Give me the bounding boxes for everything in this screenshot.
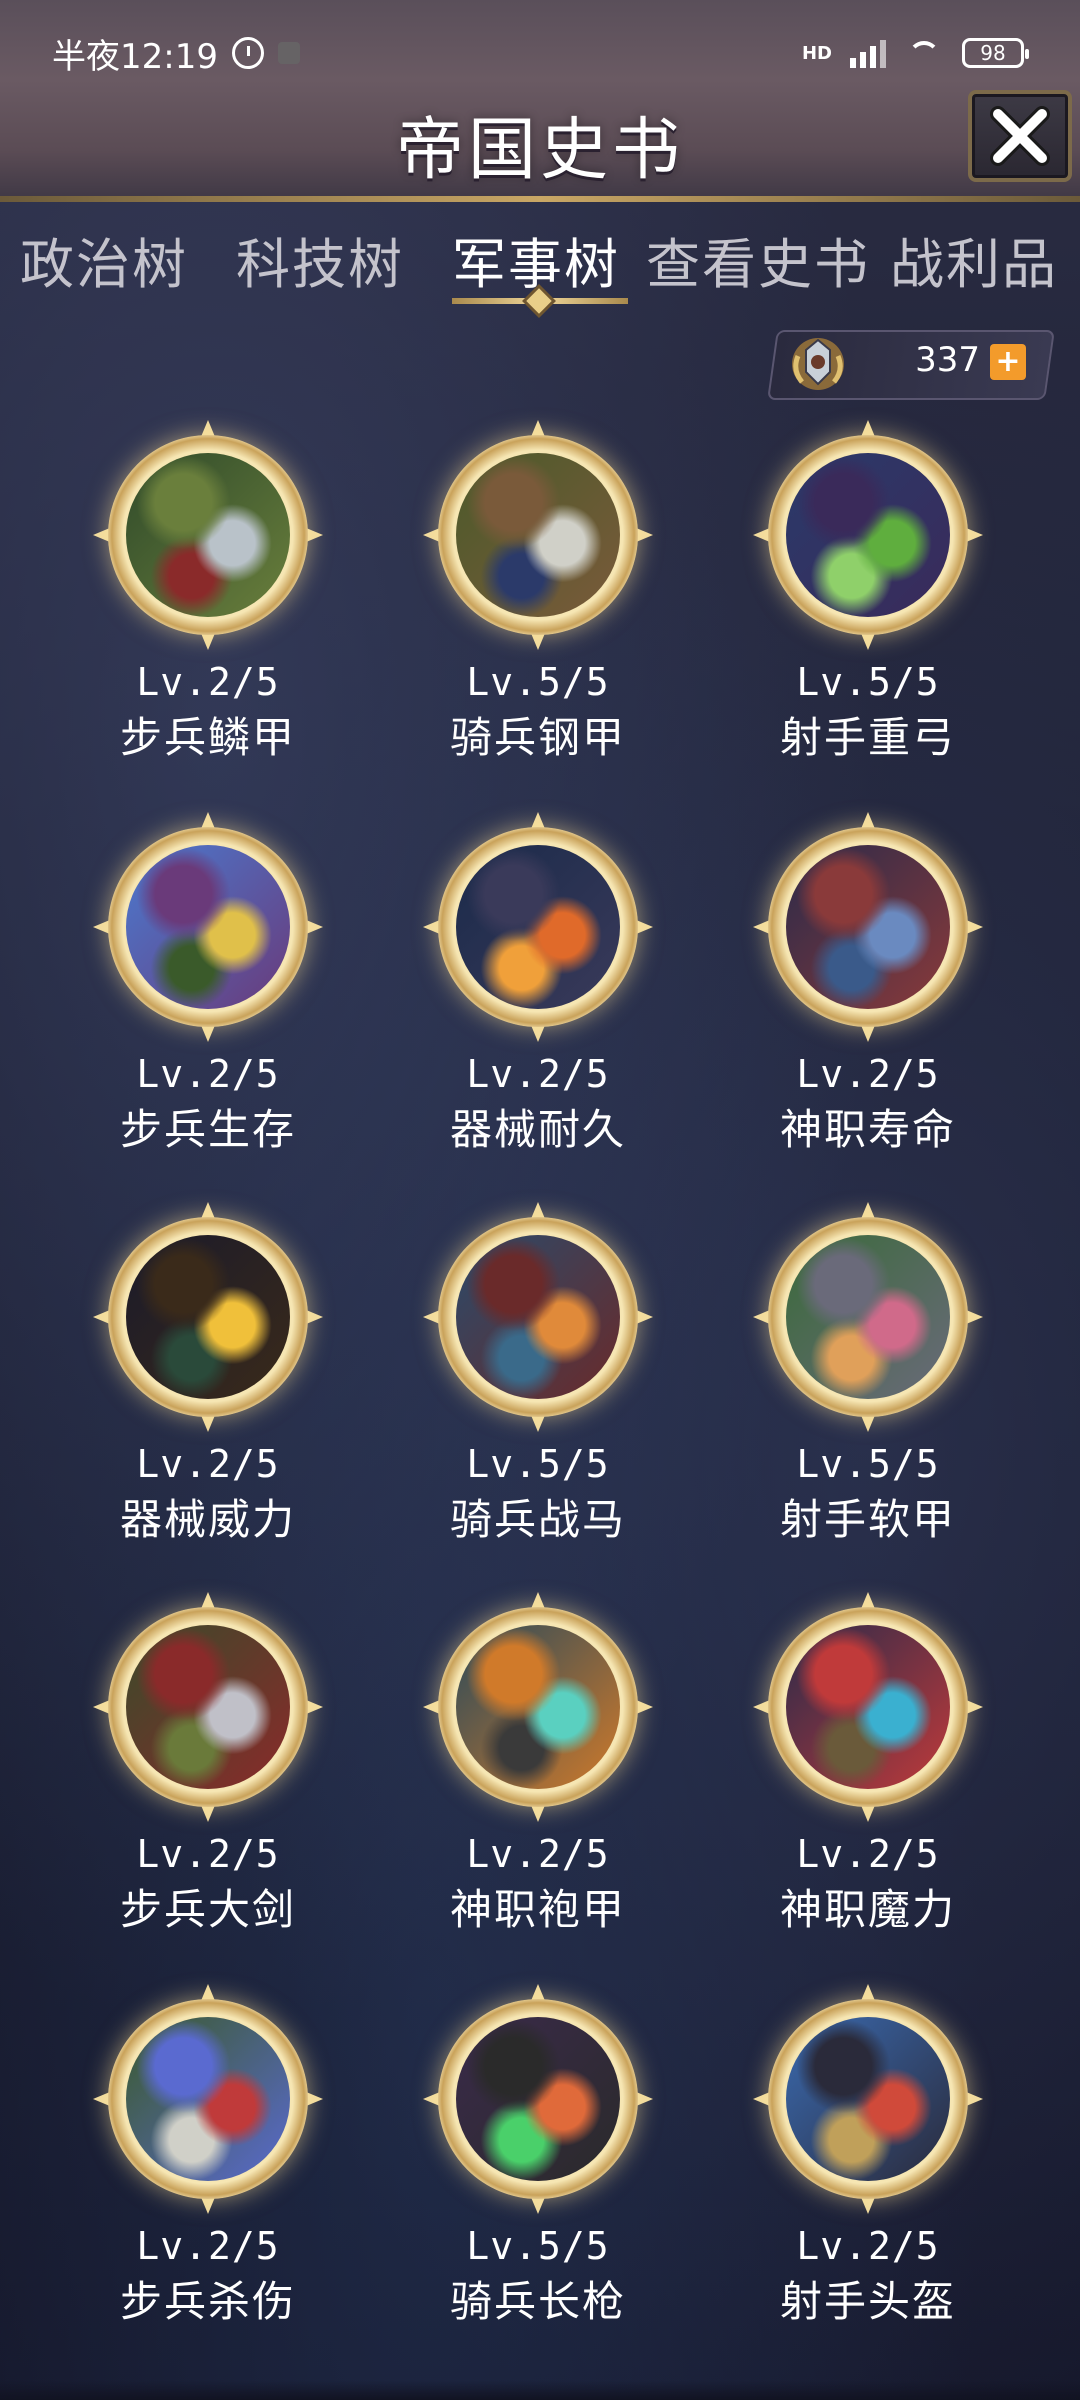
skill-name: 神职魔力 — [779, 1885, 956, 1934]
skill-portrait — [456, 845, 620, 1009]
skill-level: Lv.2/5 — [136, 660, 280, 704]
skill-item[interactable]: Lv.5/5 骑兵战马 — [373, 1202, 703, 1582]
skill-item[interactable]: Lv.2/5 神职魔力 — [703, 1592, 1033, 1972]
skill-name: 步兵鳞甲 — [119, 713, 296, 762]
skill-level: Lv.2/5 — [796, 1832, 940, 1876]
page-title: 帝国史书 — [395, 111, 684, 190]
skill-portrait — [786, 1625, 950, 1789]
skill-level: Lv.5/5 — [796, 660, 940, 704]
skill-medal — [423, 420, 653, 650]
skill-name: 射手重弓 — [779, 713, 956, 762]
notification-icon — [277, 42, 300, 64]
skill-portrait — [456, 453, 620, 617]
skill-item[interactable]: Lv.2/5 步兵杀伤 — [43, 1984, 373, 2364]
skill-portrait — [456, 1625, 620, 1789]
skill-item[interactable]: Lv.2/5 步兵大剑 — [43, 1592, 373, 1972]
skill-name: 骑兵长枪 — [449, 2277, 626, 2326]
skill-level: Lv.2/5 — [466, 1052, 610, 1096]
skill-medal — [93, 420, 323, 650]
tab-trophies[interactable]: 战利品 — [890, 220, 1058, 300]
tab-history-book[interactable]: 查看史书 — [646, 220, 870, 300]
skill-medal — [753, 1984, 983, 2214]
skill-item[interactable]: Lv.2/5 步兵鳞甲 — [43, 420, 373, 800]
skill-level: Lv.5/5 — [796, 1442, 940, 1486]
skill-level: Lv.2/5 — [466, 1832, 610, 1876]
skill-medal — [753, 1592, 983, 1822]
skill-medal — [423, 812, 653, 1042]
skill-portrait — [126, 1235, 290, 1399]
close-x-icon — [990, 106, 1050, 166]
skill-medal — [423, 1202, 653, 1432]
skill-level: Lv.2/5 — [136, 1442, 280, 1486]
wifi-icon — [904, 39, 944, 67]
skill-name: 神职寿命 — [779, 1105, 956, 1154]
skill-level: Lv.2/5 — [796, 1052, 940, 1096]
skill-item[interactable]: Lv.2/5 步兵生存 — [43, 812, 373, 1192]
skill-medal — [93, 1984, 323, 2214]
skill-item[interactable]: Lv.5/5 骑兵钢甲 — [373, 420, 703, 800]
plus-icon: + — [995, 344, 1021, 379]
skill-name: 步兵生存 — [119, 1105, 296, 1154]
skill-level: Lv.2/5 — [796, 2224, 940, 2268]
skill-portrait — [456, 2017, 620, 2181]
skill-level: Lv.2/5 — [136, 2224, 280, 2268]
skill-level: Lv.5/5 — [466, 1442, 610, 1486]
skill-medal — [753, 420, 983, 650]
skill-medal — [753, 1202, 983, 1432]
signal-icon — [850, 38, 886, 68]
laurel-crest-icon — [792, 338, 844, 390]
skill-portrait — [786, 2017, 950, 2181]
skill-portrait — [126, 453, 290, 617]
skill-level: Lv.5/5 — [466, 2224, 610, 2268]
status-bar-right: HD 98 — [801, 28, 1029, 78]
skill-medal — [423, 1592, 653, 1822]
status-bar-left: 半夜12:19 — [52, 28, 300, 78]
skill-name: 射手软甲 — [779, 1495, 956, 1544]
skill-medal — [93, 1202, 323, 1432]
bottom-fade — [0, 2380, 1080, 2400]
skill-item[interactable]: Lv.2/5 射手头盔 — [703, 1984, 1033, 2364]
skill-medal — [753, 812, 983, 1042]
skill-item[interactable]: Lv.2/5 神职袍甲 — [373, 1592, 703, 1972]
skill-name: 骑兵战马 — [449, 1495, 626, 1544]
currency-value: 337 — [915, 340, 980, 380]
skill-portrait — [786, 845, 950, 1009]
tab-politics[interactable]: 政治树 — [20, 220, 188, 300]
skill-name: 器械威力 — [119, 1495, 296, 1544]
skill-item[interactable]: Lv.2/5 神职寿命 — [703, 812, 1033, 1192]
skill-medal — [93, 1592, 323, 1822]
skill-portrait — [786, 453, 950, 617]
skill-medal — [93, 812, 323, 1042]
skill-name: 步兵杀伤 — [119, 2277, 296, 2326]
skill-item[interactable]: Lv.5/5 骑兵长枪 — [373, 1984, 703, 2364]
skill-name: 步兵大剑 — [119, 1885, 296, 1934]
skill-level: Lv.5/5 — [466, 660, 610, 704]
skill-name: 神职袍甲 — [449, 1885, 626, 1934]
skill-portrait — [786, 1235, 950, 1399]
tab-military[interactable]: 军事树 — [452, 220, 620, 300]
skill-medal — [423, 1984, 653, 2214]
battery-level: 98 — [980, 41, 1006, 65]
header-divider — [0, 196, 1080, 202]
tab-technology[interactable]: 科技树 — [236, 220, 404, 300]
skill-item[interactable]: Lv.5/5 射手软甲 — [703, 1202, 1033, 1582]
alarm-icon — [231, 37, 264, 69]
skill-portrait — [126, 845, 290, 1009]
skill-name: 骑兵钢甲 — [449, 713, 626, 762]
skill-portrait — [126, 2017, 290, 2181]
status-time: 半夜12:19 — [52, 36, 218, 77]
skill-item[interactable]: Lv.2/5 器械耐久 — [373, 812, 703, 1192]
close-button[interactable] — [968, 90, 1072, 182]
skill-name: 射手头盔 — [779, 2277, 956, 2326]
skill-level: Lv.2/5 — [136, 1052, 280, 1096]
skill-name: 器械耐久 — [449, 1105, 626, 1154]
add-currency-button[interactable]: + — [990, 344, 1026, 380]
skill-level: Lv.2/5 — [136, 1832, 280, 1876]
skill-portrait — [126, 1625, 290, 1789]
skill-portrait — [456, 1235, 620, 1399]
skill-item[interactable]: Lv.2/5 器械威力 — [43, 1202, 373, 1582]
battery-indicator: 98 — [962, 38, 1029, 68]
network-type-label: HD — [801, 42, 832, 64]
skill-item[interactable]: Lv.5/5 射手重弓 — [703, 420, 1033, 800]
